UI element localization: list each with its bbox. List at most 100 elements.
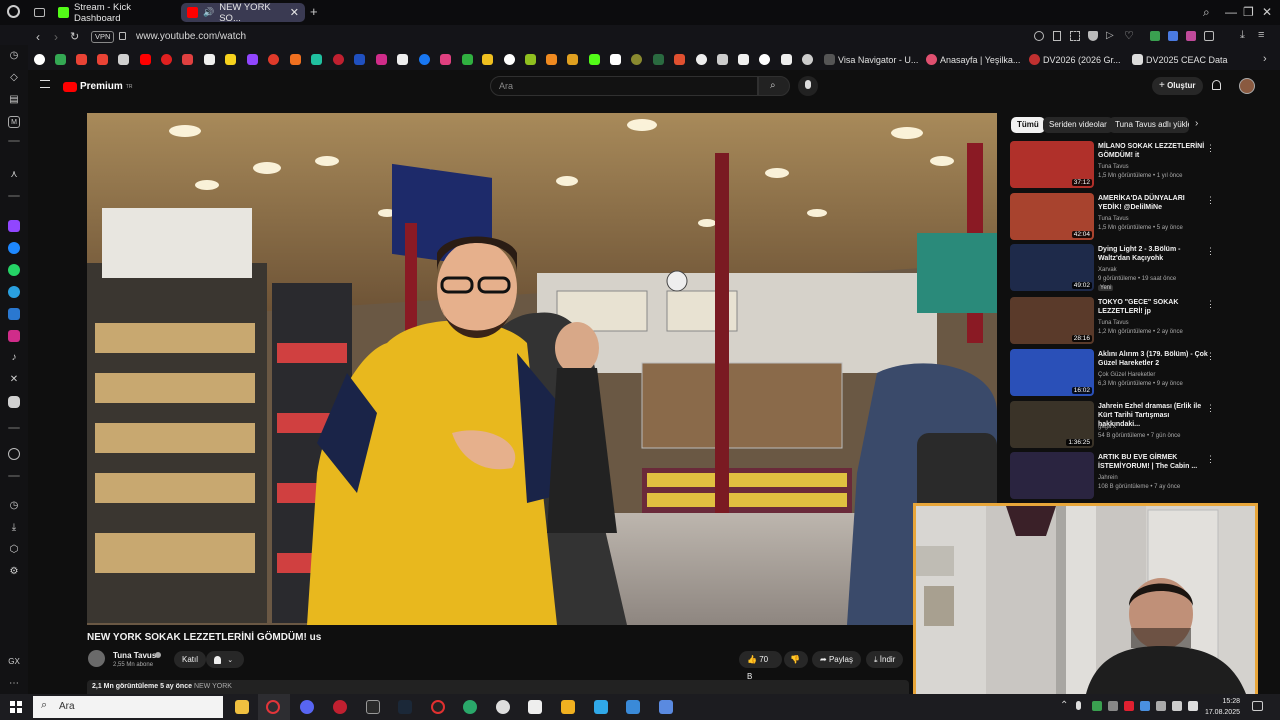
clock[interactable]: 15:28 17.08.2025: [1204, 696, 1240, 718]
bookmark-icon[interactable]: ▷: [1106, 30, 1114, 41]
video-thumbnail[interactable]: [1010, 452, 1094, 499]
subscribe-bell-button[interactable]: ⌄: [206, 651, 244, 668]
youtube-logo[interactable]: Premium TR: [63, 81, 132, 92]
video-thumbnail[interactable]: 49:02: [1010, 244, 1094, 291]
join-button[interactable]: Katıl: [174, 651, 207, 668]
tab-kick-dashboard[interactable]: Stream - Kick Dashboard: [52, 2, 178, 24]
bookmark-anasayfa[interactable]: Anasayfa | Yeşilka...: [940, 55, 1020, 65]
maximize-icon[interactable]: ❐: [1243, 5, 1254, 19]
bookmark-yesilkart-icon[interactable]: [926, 54, 937, 65]
bookmark-app-icon[interactable]: [696, 54, 707, 65]
recommended-video[interactable]: 49:02 Dying Light 2 - 3.Bölüm - Waltz'dan…: [1010, 244, 1215, 292]
more-icon[interactable]: ⋯: [8, 678, 20, 690]
recommended-video[interactable]: 1:36:25 Jahrein Ezhel draması (Erlik ile …: [1010, 401, 1215, 449]
tray-app-icon[interactable]: [1108, 701, 1118, 711]
chevron-right-icon[interactable]: ›: [1195, 118, 1198, 129]
app-icon[interactable]: [528, 700, 542, 714]
tray-app-icon[interactable]: [1124, 701, 1134, 711]
bookmark-app-icon[interactable]: [462, 54, 473, 65]
close-icon[interactable]: ✕: [290, 6, 299, 19]
shield-icon[interactable]: [1088, 31, 1098, 41]
extension-icon[interactable]: [1150, 31, 1160, 41]
windows-start-icon[interactable]: [10, 701, 22, 713]
app-icon[interactable]: [626, 700, 640, 714]
new-tab-icon[interactable]: +: [310, 4, 318, 19]
bookmark-visa-navigator[interactable]: Visa Navigator - U...: [838, 55, 918, 65]
snapshot-icon[interactable]: [1070, 31, 1080, 41]
recommended-video[interactable]: 28:16 TOKYO "GECE" SOKAK LEZZETLERİ! jp Tu…: [1010, 297, 1215, 345]
notification-center-icon[interactable]: [1252, 701, 1263, 711]
tray-mic-icon[interactable]: [1076, 701, 1081, 710]
video-title[interactable]: AMERİKA'DA DÜNYALARI YEDİK! @DelilMiNe: [1098, 194, 1208, 212]
bookmark-app-icon[interactable]: [781, 54, 792, 65]
arc-icon[interactable]: ⋏: [8, 169, 20, 181]
bookmark-app-icon[interactable]: [290, 54, 301, 65]
ai-icon[interactable]: ◇: [8, 72, 20, 84]
heart-icon[interactable]: ♡: [1124, 29, 1134, 42]
bookmark-gmail3-icon[interactable]: [118, 54, 129, 65]
app-icon[interactable]: [561, 700, 575, 714]
channel-name[interactable]: gaga x: [1098, 424, 1116, 430]
video-thumbnail[interactable]: 28:16: [1010, 297, 1094, 344]
bookmark-kick-icon[interactable]: [589, 54, 600, 65]
messenger-icon[interactable]: [8, 242, 20, 254]
tiktok-icon[interactable]: ♪: [8, 352, 20, 364]
channel-name[interactable]: Tuna Tavus: [113, 651, 156, 660]
channel-name[interactable]: Çok Güzel Hareketler: [1098, 372, 1155, 378]
bookmark-app-icon[interactable]: [717, 54, 728, 65]
bookmark-google-icon[interactable]: [34, 54, 45, 65]
app-icon[interactable]: [333, 700, 347, 714]
close-window-icon[interactable]: ✕: [1262, 5, 1272, 19]
tray-app-icon[interactable]: [1092, 701, 1102, 711]
more-options-icon[interactable]: ⋮: [1206, 351, 1215, 362]
video-title[interactable]: TOKYO "GECE" SOKAK LEZZETLERİ! jp: [1098, 298, 1208, 316]
like-button[interactable]: 👍 70 B: [739, 651, 782, 681]
video-title[interactable]: Aklını Alırım 3 (179. Bölüm) - Çok Güzel…: [1098, 350, 1208, 368]
bookmark-app-icon[interactable]: [738, 54, 749, 65]
app-icon[interactable]: [431, 700, 445, 714]
bookmark-app-icon[interactable]: [182, 54, 193, 65]
discord-icon[interactable]: [8, 396, 20, 408]
extensions-icon[interactable]: ⬡: [8, 544, 20, 556]
tab-youtube-active[interactable]: 🔊 NEW YORK SO... ✕: [181, 2, 305, 24]
tray-app-icon[interactable]: [1156, 701, 1166, 711]
whatsapp-icon[interactable]: [8, 264, 20, 276]
obs-icon[interactable]: [496, 700, 510, 714]
bookmark-app-icon[interactable]: [225, 54, 236, 65]
minimize-icon[interactable]: —: [1225, 5, 1237, 19]
bookmark-app-icon[interactable]: [631, 54, 642, 65]
bookmark-facebook-icon[interactable]: [419, 54, 430, 65]
bookmark-app-icon[interactable]: [333, 54, 344, 65]
video-title[interactable]: Dying Light 2 - 3.Bölüm - Waltz'dan Kaçı…: [1098, 245, 1208, 263]
recommended-video[interactable]: ARTIK BU EVE GİRMEK İSTEMİYORUM! | The C…: [1010, 452, 1215, 500]
more-options-icon[interactable]: ⋮: [1206, 299, 1215, 310]
recommended-video[interactable]: 16:02 Aklını Alırım 3 (179. Bölüm) - Çok …: [1010, 349, 1215, 397]
video-title[interactable]: ARTIK BU EVE GİRMEK İSTEMİYORUM! | The C…: [1098, 453, 1208, 471]
vk-icon[interactable]: [8, 308, 20, 320]
pin-icon[interactable]: [1053, 31, 1061, 41]
avatar[interactable]: [1239, 78, 1255, 94]
bookmark-app-icon[interactable]: [504, 54, 515, 65]
settings-icon[interactable]: ⚙: [8, 566, 20, 578]
channel-name[interactable]: Xarvak: [1098, 267, 1117, 273]
bookmark-app-icon[interactable]: [354, 54, 365, 65]
channel-name[interactable]: Jahrein: [1098, 475, 1118, 481]
bookmark-dv2025[interactable]: DV2025 CEAC Data: [1146, 55, 1228, 65]
chip-all[interactable]: Tümü: [1011, 117, 1045, 133]
translate-icon[interactable]: [1168, 31, 1178, 41]
menu-icon[interactable]: ≡: [1258, 29, 1264, 41]
url-field[interactable]: www.youtube.com/watch: [136, 31, 246, 42]
bookmark-dv2025-icon[interactable]: [1132, 54, 1143, 65]
more-options-icon[interactable]: ⋮: [1206, 246, 1215, 257]
bookmark-visa-icon[interactable]: [824, 54, 835, 65]
gx-icon[interactable]: GX: [8, 656, 20, 668]
tray-app-icon[interactable]: [1172, 701, 1182, 711]
bookmark-app-icon[interactable]: [204, 54, 215, 65]
bookmark-app-icon[interactable]: [610, 54, 621, 65]
create-button[interactable]: + Oluştur: [1152, 77, 1203, 95]
tray-app-icon[interactable]: [1140, 701, 1150, 711]
bookmark-dv2026[interactable]: DV2026 (2026 Gr...: [1043, 55, 1121, 65]
download-icon[interactable]: ⤓: [1240, 29, 1245, 42]
chip-uploads[interactable]: Tuna Tavus adlı yükle: [1109, 117, 1189, 133]
mic-button[interactable]: [798, 76, 818, 96]
